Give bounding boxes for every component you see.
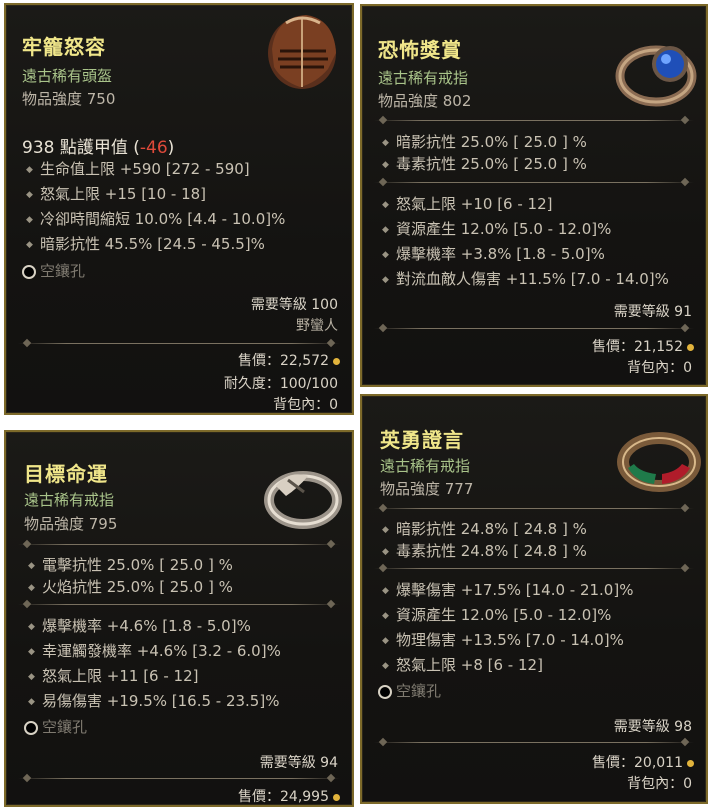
gold-coin-icon (687, 343, 694, 351)
affix-line: ◆ 怒氣上限 +15 [10 - 18] (26, 185, 207, 203)
divider (18, 604, 340, 605)
ring-blue-gem-icon (615, 45, 697, 107)
divider (374, 742, 694, 743)
item-name: 牢籠怒容 (22, 35, 106, 59)
item-power: 物品強度 795 (24, 515, 118, 533)
bullet-icon: ◆ (26, 214, 33, 225)
bullet-icon: ◆ (382, 524, 389, 535)
affix-line: ◆ 資源產生 12.0% [5.0 - 12.0]% (382, 606, 612, 624)
affix-line: ◆ 爆擊機率 +3.8% [1.8 - 5.0]% (382, 245, 605, 263)
bullet-icon: ◆ (28, 696, 35, 707)
bullet-icon: ◆ (382, 249, 389, 260)
bullet-icon: ◆ (382, 137, 389, 148)
item-name: 英勇證言 (380, 428, 464, 452)
item-tooltip-helmet: 牢籠怒容 遠古稀有頭盔 物品強度 750 938 點護甲值 (-46) ◆ 生命值… (4, 3, 354, 415)
required-level: 需要等級 91 (613, 304, 692, 320)
item-type: 遠古稀有戒指 (378, 69, 469, 87)
affix-line: ◆ 易傷傷害 +19.5% [16.5 - 23.5]% (28, 692, 280, 710)
divider (18, 778, 340, 779)
affix-line: ◆ 暗影抗性 45.5% [24.5 - 45.5]% (26, 235, 265, 253)
sell-price: 售價：24,995 (238, 786, 340, 806)
empty-socket: 空鑲孔 (378, 680, 441, 701)
empty-socket: 空鑲孔 (24, 716, 87, 737)
affix-line: ◆ 怒氣上限 +10 [6 - 12] (382, 195, 553, 213)
affix-line: ◆ 爆擊機率 +4.6% [1.8 - 5.0]% (28, 617, 251, 635)
divider (374, 182, 694, 183)
socket-icon (24, 720, 38, 735)
required-class: 野蠻人 (296, 318, 338, 334)
item-tooltip-ring-2: 目標命運 遠古稀有戒指 物品強度 795 ◆ 電擊抗性 25.0% [ 25.0 … (4, 430, 354, 807)
sell-price: 售價：21,152 (592, 336, 694, 356)
required-level: 需要等級 100 (250, 297, 338, 313)
implicit-line: ◆ 暗影抗性 25.0% [ 25.0 ] % (382, 133, 587, 151)
bullet-icon: ◆ (28, 560, 35, 571)
bullet-icon: ◆ (382, 610, 389, 621)
item-power: 物品強度 777 (380, 480, 474, 498)
divider (18, 544, 340, 545)
divider (374, 568, 694, 569)
affix-line: ◆ 對流血敵人傷害 +11.5% [7.0 - 14.0]% (382, 270, 669, 288)
divider (374, 328, 694, 329)
gold-coin-icon (687, 759, 694, 767)
implicit-line: ◆ 毒素抗性 25.0% [ 25.0 ] % (382, 155, 587, 173)
divider (18, 343, 340, 344)
affix-line: ◆ 資源產生 12.0% [5.0 - 12.0]% (382, 220, 612, 238)
bullet-icon: ◆ (26, 189, 33, 200)
bullet-icon: ◆ (28, 671, 35, 682)
inventory-count: 背包內：0 (627, 776, 692, 792)
item-tooltip-ring-1: 恐怖獎賞 遠古稀有戒指 物品強度 802 ◆ 暗影抗性 25.0% [ 25.0 … (360, 4, 708, 387)
socket-icon (378, 684, 392, 699)
bullet-icon: ◆ (382, 274, 389, 285)
divider (374, 508, 694, 509)
durability: 耐久度：100/100 (223, 376, 338, 392)
ring-red-green-gem-icon (617, 432, 701, 492)
empty-socket: 空鑲孔 (22, 260, 85, 281)
affix-line: ◆ 冷卻時間縮短 10.0% [4.4 - 10.0]% (26, 210, 286, 228)
bullet-icon: ◆ (382, 660, 389, 671)
sell-price: 售價：20,011 (592, 752, 694, 772)
implicit-line: ◆ 火焰抗性 25.0% [ 25.0 ] % (28, 578, 233, 596)
bullet-icon: ◆ (28, 582, 35, 593)
affix-line: ◆ 怒氣上限 +8 [6 - 12] (382, 656, 543, 674)
item-name: 目標命運 (24, 462, 108, 486)
gold-coin-icon (333, 357, 340, 365)
item-name: 恐怖獎賞 (378, 38, 462, 62)
bullet-icon: ◆ (382, 224, 389, 235)
implicit-line: ◆ 暗影抗性 24.8% [ 24.8 ] % (382, 520, 587, 538)
affix-line: ◆ 生命值上限 +590 [272 - 590] (26, 160, 250, 178)
affix-line: ◆ 物理傷害 +13.5% [7.0 - 14.0]% (382, 631, 624, 649)
implicit-line: ◆ 毒素抗性 24.8% [ 24.8 ] % (382, 542, 587, 560)
socket-icon (22, 264, 36, 279)
bullet-icon: ◆ (26, 239, 33, 250)
bullet-icon: ◆ (382, 546, 389, 557)
gold-coin-icon (333, 793, 340, 801)
sell-price: 售價：22,572 (238, 350, 340, 370)
bullet-icon: ◆ (26, 164, 33, 175)
required-level: 需要等級 94 (259, 755, 338, 771)
bullet-icon: ◆ (382, 635, 389, 646)
armor-diff: -46 (139, 138, 168, 158)
divider (374, 120, 694, 121)
item-type: 遠古稀有戒指 (380, 457, 471, 475)
bullet-icon: ◆ (382, 159, 389, 170)
implicit-line: ◆ 電擊抗性 25.0% [ 25.0 ] % (28, 556, 233, 574)
ring-silver-icon (264, 471, 342, 529)
item-power: 物品強度 802 (378, 92, 472, 110)
affix-line: ◆ 幸運觸發機率 +4.6% [3.2 - 6.0]% (28, 642, 281, 660)
bullet-icon: ◆ (28, 646, 35, 657)
item-power: 物品強度 750 (22, 90, 116, 108)
bullet-icon: ◆ (382, 585, 389, 596)
required-level: 需要等級 98 (613, 719, 692, 735)
bullet-icon: ◆ (382, 199, 389, 210)
item-type: 遠古稀有頭盔 (22, 67, 113, 85)
affix-line: ◆ 怒氣上限 +11 [6 - 12] (28, 667, 199, 685)
helmet-icon (268, 15, 336, 89)
item-type: 遠古稀有戒指 (24, 491, 115, 509)
bullet-icon: ◆ (28, 621, 35, 632)
affix-line: ◆ 爆擊傷害 +17.5% [14.0 - 21.0]% (382, 581, 634, 599)
item-tooltip-ring-3: 英勇證言 遠古稀有戒指 物品強度 777 ◆ 暗影抗性 24.8% [ 24.8 … (360, 394, 708, 804)
inventory-count: 背包內：0 (273, 397, 338, 413)
armor-value: 938 點護甲值 (-46) (22, 138, 175, 158)
inventory-count: 背包內：0 (627, 360, 692, 376)
